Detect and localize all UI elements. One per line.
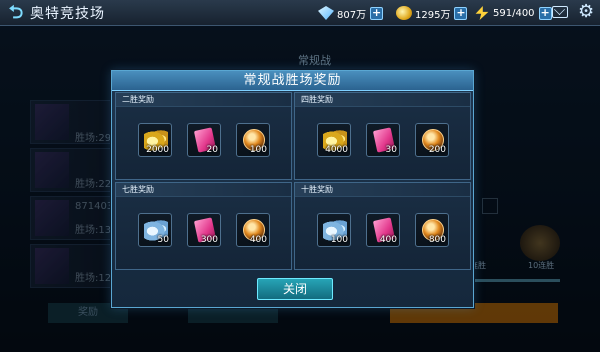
coin-count: 1295万 [415,9,451,21]
reward-count: 50 [157,235,169,245]
diamond-resource: 807万 + [318,4,384,22]
reward-slot[interactable]: 400 [366,213,400,247]
reward-slot[interactable]: 2000 [138,123,172,157]
back-button[interactable]: ⮌ [4,2,28,24]
panel-title: 四胜奖励 [295,93,470,107]
add-diamond-button[interactable]: + [370,6,384,20]
top-bar: ⮌ 奥特竞技场 807万 + 1295万 + 591/400 + ⚙ [0,0,600,26]
reward-count: 300 [200,235,218,245]
reward-slot[interactable]: 300 [187,213,221,247]
reward-slot[interactable]: 400 [236,213,270,247]
diamond-count: 807万 [337,9,367,21]
reward-slot[interactable]: 200 [415,123,449,157]
reward-count: 20 [206,145,218,155]
mail-icon[interactable] [552,6,568,18]
coin-icon [396,6,412,20]
panel-title: 七胜奖励 [116,183,291,197]
reward-count: 100 [330,235,348,245]
reward-count: 400 [379,235,397,245]
page-title: 奥特竞技场 [30,6,105,22]
reward-count: 2000 [146,145,169,155]
reward-count: 100 [249,145,267,155]
reward-count: 4000 [325,145,348,155]
reward-count: 800 [428,235,446,245]
modal-title: 常规战胜场奖励 [112,71,473,91]
reward-modal: 常规战胜场奖励 二胜奖励 2000 20 100 四胜奖励 4000 30 20… [111,70,474,308]
reward-slot[interactable]: 30 [366,123,400,157]
add-energy-button[interactable]: + [538,6,552,20]
reward-panel-7-wins: 七胜奖励 50 300 400 [115,182,292,270]
reward-slot[interactable]: 100 [317,213,351,247]
add-coin-button[interactable]: + [454,6,468,20]
diamond-icon [318,6,334,20]
reward-slot[interactable]: 20 [187,123,221,157]
energy-resource: 591/400 + [474,4,552,22]
energy-count: 591/400 [493,7,535,19]
reward-panel-10-wins: 十胜奖励 100 400 800 [294,182,471,270]
gear-icon[interactable]: ⚙ [578,2,594,22]
reward-panel-2-wins: 二胜奖励 2000 20 100 [115,92,292,180]
reward-count: 200 [428,145,446,155]
panel-title: 二胜奖励 [116,93,291,107]
coin-resource: 1295万 + [396,4,468,22]
reward-slot[interactable]: 4000 [317,123,351,157]
reward-count: 400 [249,235,267,245]
reward-slot[interactable]: 50 [138,213,172,247]
reward-slot[interactable]: 800 [415,213,449,247]
energy-icon [475,6,489,20]
close-button[interactable]: 关闭 [257,278,333,300]
panel-title: 十胜奖励 [295,183,470,197]
reward-panel-4-wins: 四胜奖励 4000 30 200 [294,92,471,180]
reward-count: 30 [385,145,397,155]
reward-slot[interactable]: 100 [236,123,270,157]
